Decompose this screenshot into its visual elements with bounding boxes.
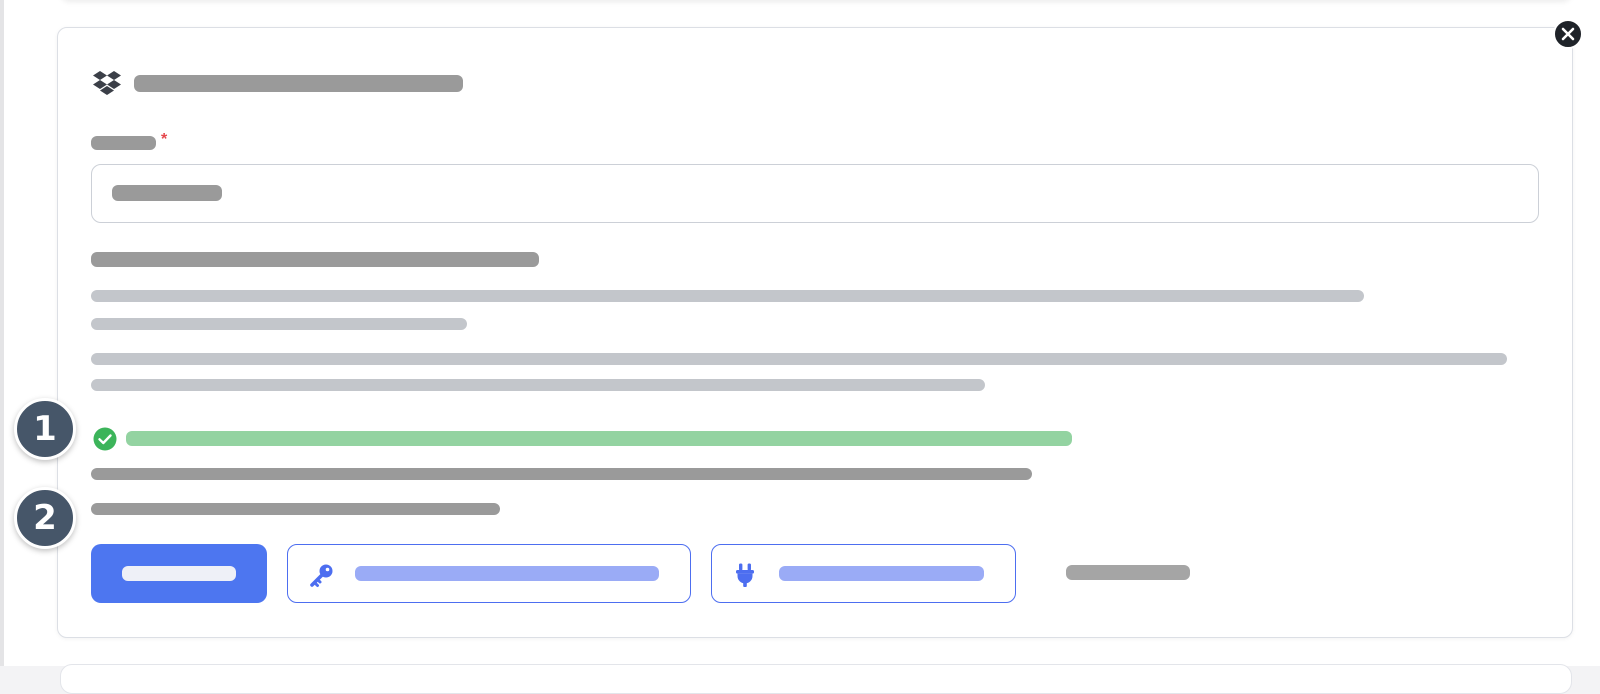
check-circle-icon: [93, 427, 117, 451]
primary-button-label: [122, 566, 236, 581]
close-icon: [1561, 27, 1575, 41]
description-line: [91, 290, 1364, 302]
connect-button-label: [779, 566, 984, 581]
next-card: [60, 664, 1572, 694]
close-button[interactable]: [1553, 19, 1583, 49]
description-line: [91, 318, 467, 330]
field-input[interactable]: [91, 164, 1539, 223]
api-key-button[interactable]: [287, 544, 691, 603]
field-input-value: [112, 185, 222, 201]
plug-icon: [736, 563, 754, 587]
description-line: [91, 353, 1507, 365]
card-header: [92, 70, 463, 96]
secondary-link[interactable]: [1066, 565, 1190, 580]
dropbox-icon: [93, 71, 121, 95]
card-title: [134, 74, 463, 92]
primary-button[interactable]: [91, 544, 267, 603]
success-message: [126, 431, 1072, 446]
api-key-button-label: [355, 566, 659, 581]
section-heading: [91, 252, 539, 267]
connect-button[interactable]: [711, 544, 1016, 603]
status-line: [91, 503, 500, 515]
required-marker: *: [161, 131, 168, 148]
key-icon: [310, 564, 333, 587]
field-label: [91, 136, 156, 150]
description-line: [91, 379, 985, 391]
step-badge-1: 1: [14, 398, 76, 460]
status-line: [91, 468, 1032, 480]
step-badge-2: 2: [14, 487, 76, 549]
